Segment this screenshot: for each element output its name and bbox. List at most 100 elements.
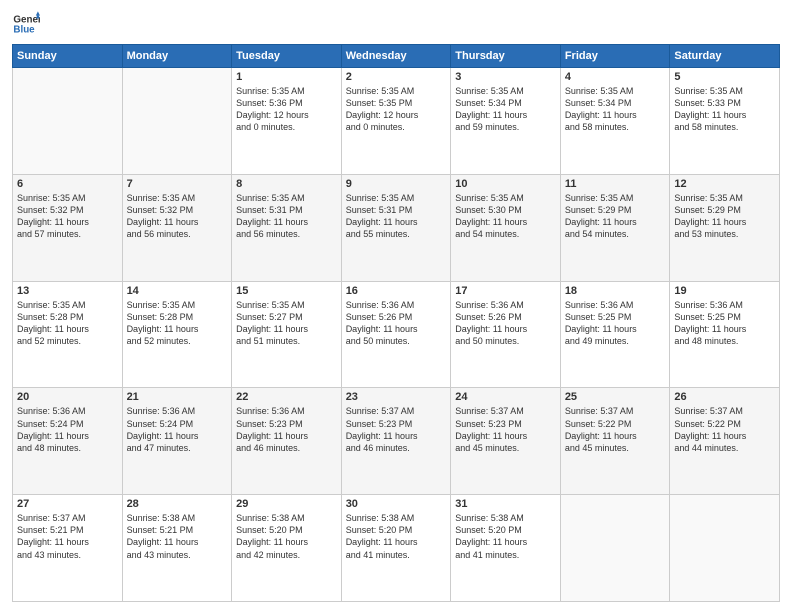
logo-icon: General Blue <box>12 10 40 38</box>
day-number: 10 <box>455 178 556 190</box>
calendar-cell: 10 Sunrise: 5:35 AMSunset: 5:30 PMDayligh… <box>451 174 561 281</box>
cell-info: Sunrise: 5:35 AMSunset: 5:31 PMDaylight:… <box>236 192 337 241</box>
day-number: 12 <box>674 178 775 190</box>
cell-info: Sunrise: 5:37 AMSunset: 5:23 PMDaylight:… <box>455 405 556 454</box>
day-number: 28 <box>127 498 228 510</box>
calendar-cell: 5 Sunrise: 5:35 AMSunset: 5:33 PMDaylight… <box>670 68 780 175</box>
weekday-header-saturday: Saturday <box>670 45 780 68</box>
day-number: 4 <box>565 71 666 83</box>
weekday-header-sunday: Sunday <box>13 45 123 68</box>
cell-info: Sunrise: 5:36 AMSunset: 5:24 PMDaylight:… <box>17 405 118 454</box>
cell-info: Sunrise: 5:35 AMSunset: 5:28 PMDaylight:… <box>17 299 118 348</box>
calendar-cell: 14Sunrise: 5:35 AMSunset: 5:28 PMDayligh… <box>122 281 232 388</box>
cell-info: Sunrise: 5:35 AMSunset: 5:28 PMDaylight:… <box>127 299 228 348</box>
calendar-cell <box>13 68 123 175</box>
calendar-cell: 15Sunrise: 5:35 AMSunset: 5:27 PMDayligh… <box>232 281 342 388</box>
svg-text:Blue: Blue <box>13 24 35 35</box>
day-number: 31 <box>455 498 556 510</box>
cell-info: Sunrise: 5:35 AMSunset: 5:32 PMDaylight:… <box>17 192 118 241</box>
weekday-header-monday: Monday <box>122 45 232 68</box>
cell-info: Sunrise: 5:36 AMSunset: 5:26 PMDaylight:… <box>346 299 447 348</box>
week-row-1: 1 Sunrise: 5:35 AMSunset: 5:36 PMDaylight… <box>13 68 780 175</box>
cell-info: Sunrise: 5:38 AMSunset: 5:20 PMDaylight:… <box>346 512 447 561</box>
day-number: 20 <box>17 391 118 403</box>
day-number: 27 <box>17 498 118 510</box>
cell-info: Sunrise: 5:36 AMSunset: 5:25 PMDaylight:… <box>565 299 666 348</box>
day-number: 23 <box>346 391 447 403</box>
calendar-cell: 26 Sunrise: 5:37 AMSunset: 5:22 PMDayligh… <box>670 388 780 495</box>
cell-info: Sunrise: 5:38 AMSunset: 5:20 PMDaylight:… <box>455 512 556 561</box>
weekday-header-tuesday: Tuesday <box>232 45 342 68</box>
day-number: 29 <box>236 498 337 510</box>
calendar-cell: 19Sunrise: 5:36 AMSunset: 5:25 PMDayligh… <box>670 281 780 388</box>
cell-info: Sunrise: 5:36 AMSunset: 5:24 PMDaylight:… <box>127 405 228 454</box>
day-number: 19 <box>674 285 775 297</box>
day-number: 2 <box>346 71 447 83</box>
cell-info: Sunrise: 5:35 AMSunset: 5:32 PMDaylight:… <box>127 192 228 241</box>
page: General Blue SundayMondayTuesdayWednesda… <box>0 0 792 612</box>
day-number: 3 <box>455 71 556 83</box>
day-number: 1 <box>236 71 337 83</box>
cell-info: Sunrise: 5:35 AMSunset: 5:29 PMDaylight:… <box>674 192 775 241</box>
calendar-cell: 7 Sunrise: 5:35 AMSunset: 5:32 PMDaylight… <box>122 174 232 281</box>
calendar-table: SundayMondayTuesdayWednesdayThursdayFrid… <box>12 44 780 602</box>
calendar-cell <box>560 495 670 602</box>
day-number: 24 <box>455 391 556 403</box>
calendar-cell: 8Sunrise: 5:35 AMSunset: 5:31 PMDaylight… <box>232 174 342 281</box>
cell-info: Sunrise: 5:35 AMSunset: 5:30 PMDaylight:… <box>455 192 556 241</box>
calendar-cell <box>122 68 232 175</box>
cell-info: Sunrise: 5:36 AMSunset: 5:23 PMDaylight:… <box>236 405 337 454</box>
cell-info: Sunrise: 5:35 AMSunset: 5:31 PMDaylight:… <box>346 192 447 241</box>
day-number: 9 <box>346 178 447 190</box>
header: General Blue <box>12 10 780 38</box>
calendar-cell: 6Sunrise: 5:35 AMSunset: 5:32 PMDaylight… <box>13 174 123 281</box>
day-number: 5 <box>674 71 775 83</box>
cell-info: Sunrise: 5:35 AMSunset: 5:36 PMDaylight:… <box>236 85 337 134</box>
cell-info: Sunrise: 5:38 AMSunset: 5:21 PMDaylight:… <box>127 512 228 561</box>
calendar-cell: 13 Sunrise: 5:35 AMSunset: 5:28 PMDayligh… <box>13 281 123 388</box>
cell-info: Sunrise: 5:35 AMSunset: 5:34 PMDaylight:… <box>455 85 556 134</box>
calendar-cell: 28 Sunrise: 5:38 AMSunset: 5:21 PMDayligh… <box>122 495 232 602</box>
calendar-cell: 3 Sunrise: 5:35 AMSunset: 5:34 PMDaylight… <box>451 68 561 175</box>
week-row-5: 27 Sunrise: 5:37 AMSunset: 5:21 PMDayligh… <box>13 495 780 602</box>
day-number: 25 <box>565 391 666 403</box>
day-number: 21 <box>127 391 228 403</box>
day-number: 26 <box>674 391 775 403</box>
day-number: 11 <box>565 178 666 190</box>
cell-info: Sunrise: 5:35 AMSunset: 5:33 PMDaylight:… <box>674 85 775 134</box>
cell-info: Sunrise: 5:37 AMSunset: 5:21 PMDaylight:… <box>17 512 118 561</box>
calendar-cell: 11 Sunrise: 5:35 AMSunset: 5:29 PMDayligh… <box>560 174 670 281</box>
cell-info: Sunrise: 5:38 AMSunset: 5:20 PMDaylight:… <box>236 512 337 561</box>
logo: General Blue <box>12 10 44 38</box>
cell-info: Sunrise: 5:37 AMSunset: 5:22 PMDaylight:… <box>565 405 666 454</box>
calendar-cell <box>670 495 780 602</box>
calendar-cell: 25 Sunrise: 5:37 AMSunset: 5:22 PMDayligh… <box>560 388 670 495</box>
calendar-cell: 9 Sunrise: 5:35 AMSunset: 5:31 PMDaylight… <box>341 174 451 281</box>
weekday-header-row: SundayMondayTuesdayWednesdayThursdayFrid… <box>13 45 780 68</box>
calendar-cell: 22Sunrise: 5:36 AMSunset: 5:23 PMDayligh… <box>232 388 342 495</box>
week-row-3: 13 Sunrise: 5:35 AMSunset: 5:28 PMDayligh… <box>13 281 780 388</box>
cell-info: Sunrise: 5:36 AMSunset: 5:26 PMDaylight:… <box>455 299 556 348</box>
calendar-cell: 21 Sunrise: 5:36 AMSunset: 5:24 PMDayligh… <box>122 388 232 495</box>
weekday-header-wednesday: Wednesday <box>341 45 451 68</box>
calendar-cell: 4Sunrise: 5:35 AMSunset: 5:34 PMDaylight… <box>560 68 670 175</box>
day-number: 16 <box>346 285 447 297</box>
day-number: 30 <box>346 498 447 510</box>
weekday-header-thursday: Thursday <box>451 45 561 68</box>
calendar-cell: 27 Sunrise: 5:37 AMSunset: 5:21 PMDayligh… <box>13 495 123 602</box>
week-row-4: 20 Sunrise: 5:36 AMSunset: 5:24 PMDayligh… <box>13 388 780 495</box>
calendar-cell: 20 Sunrise: 5:36 AMSunset: 5:24 PMDayligh… <box>13 388 123 495</box>
cell-info: Sunrise: 5:35 AMSunset: 5:27 PMDaylight:… <box>236 299 337 348</box>
day-number: 7 <box>127 178 228 190</box>
calendar-cell: 31 Sunrise: 5:38 AMSunset: 5:20 PMDayligh… <box>451 495 561 602</box>
cell-info: Sunrise: 5:37 AMSunset: 5:23 PMDaylight:… <box>346 405 447 454</box>
weekday-header-friday: Friday <box>560 45 670 68</box>
day-number: 13 <box>17 285 118 297</box>
calendar-cell: 2Sunrise: 5:35 AMSunset: 5:35 PMDaylight… <box>341 68 451 175</box>
cell-info: Sunrise: 5:37 AMSunset: 5:22 PMDaylight:… <box>674 405 775 454</box>
cell-info: Sunrise: 5:35 AMSunset: 5:29 PMDaylight:… <box>565 192 666 241</box>
calendar-cell: 18 Sunrise: 5:36 AMSunset: 5:25 PMDayligh… <box>560 281 670 388</box>
calendar-cell: 16 Sunrise: 5:36 AMSunset: 5:26 PMDayligh… <box>341 281 451 388</box>
day-number: 18 <box>565 285 666 297</box>
week-row-2: 6Sunrise: 5:35 AMSunset: 5:32 PMDaylight… <box>13 174 780 281</box>
